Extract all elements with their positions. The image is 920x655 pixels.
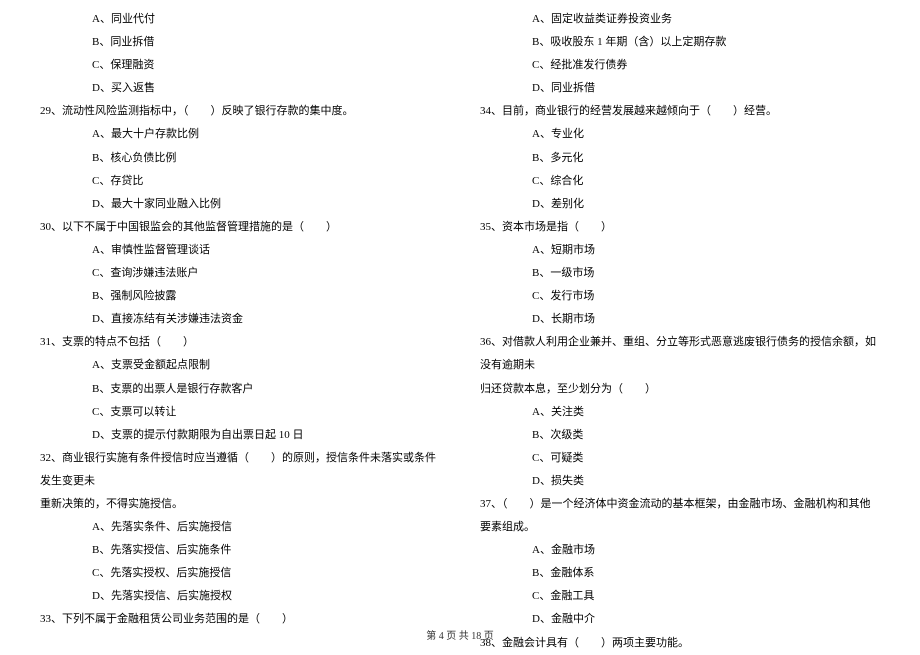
option-item: B、支票的出票人是银行存款客户 bbox=[40, 378, 440, 401]
option-item: C、发行市场 bbox=[480, 285, 880, 308]
option-item: C、可疑类 bbox=[480, 447, 880, 470]
option-item: A、审慎性监督管理谈话 bbox=[40, 239, 440, 262]
option-item: C、金融工具 bbox=[480, 585, 880, 608]
page-footer: 第 4 页 共 18 页 bbox=[0, 627, 920, 642]
option-item: C、经批准发行债券 bbox=[480, 54, 880, 77]
option-item: A、短期市场 bbox=[480, 239, 880, 262]
option-item: B、多元化 bbox=[480, 147, 880, 170]
question-36: 36、对借款人利用企业兼并、重组、分立等形式恶意逃废银行债务的授信余额，如没有逾… bbox=[480, 331, 880, 377]
option-item: C、存贷比 bbox=[40, 170, 440, 193]
question-36-cont: 归还贷款本息，至少划分为（ ） bbox=[480, 378, 880, 401]
left-column: A、同业代付 B、同业拆借 C、保理融资 D、买入返售 29、流动性风险监测指标… bbox=[20, 8, 460, 655]
option-item: A、金融市场 bbox=[480, 539, 880, 562]
option-item: C、保理融资 bbox=[40, 54, 440, 77]
question-30: 30、以下不属于中国银监会的其他监督管理措施的是（ ） bbox=[40, 216, 440, 239]
option-item: B、吸收股东 1 年期（含）以上定期存款 bbox=[480, 31, 880, 54]
option-item: B、先落实授信、后实施条件 bbox=[40, 539, 440, 562]
option-item: B、核心负债比例 bbox=[40, 147, 440, 170]
question-32-cont: 重新决策的，不得实施授信。 bbox=[40, 493, 440, 516]
option-item: B、同业拆借 bbox=[40, 31, 440, 54]
option-item: A、关注类 bbox=[480, 401, 880, 424]
question-29: 29、流动性风险监测指标中，（ ）反映了银行存款的集中度。 bbox=[40, 100, 440, 123]
option-item: D、损失类 bbox=[480, 470, 880, 493]
option-item: B、金融体系 bbox=[480, 562, 880, 585]
option-item: D、直接冻结有关涉嫌违法资金 bbox=[40, 308, 440, 331]
option-item: D、最大十家同业融入比例 bbox=[40, 193, 440, 216]
option-item: B、次级类 bbox=[480, 424, 880, 447]
question-37: 37、（ ）是一个经济体中资金流动的基本框架，由金融市场、金融机构和其他要素组成… bbox=[480, 493, 880, 539]
option-item: A、专业化 bbox=[480, 123, 880, 146]
option-item: D、长期市场 bbox=[480, 308, 880, 331]
option-item: C、查询涉嫌违法账户 bbox=[40, 262, 440, 285]
option-item: A、最大十户存款比例 bbox=[40, 123, 440, 146]
question-32: 32、商业银行实施有条件授信时应当遵循（ ）的原则，授信条件未落实或条件发生变更… bbox=[40, 447, 440, 493]
question-34: 34、目前，商业银行的经营发展越来越倾向于（ ）经营。 bbox=[480, 100, 880, 123]
option-item: C、支票可以转让 bbox=[40, 401, 440, 424]
option-item: A、同业代付 bbox=[40, 8, 440, 31]
option-item: D、同业拆借 bbox=[480, 77, 880, 100]
option-item: D、差别化 bbox=[480, 193, 880, 216]
page-content: A、同业代付 B、同业拆借 C、保理融资 D、买入返售 29、流动性风险监测指标… bbox=[0, 0, 920, 655]
option-item: C、综合化 bbox=[480, 170, 880, 193]
question-31: 31、支票的特点不包括（ ） bbox=[40, 331, 440, 354]
question-35: 35、资本市场是指（ ） bbox=[480, 216, 880, 239]
option-item: B、强制风险披露 bbox=[40, 285, 440, 308]
option-item: B、一级市场 bbox=[480, 262, 880, 285]
right-column: A、固定收益类证券投资业务 B、吸收股东 1 年期（含）以上定期存款 C、经批准… bbox=[460, 8, 900, 655]
option-item: A、先落实条件、后实施授信 bbox=[40, 516, 440, 539]
option-item: D、支票的提示付款期限为自出票日起 10 日 bbox=[40, 424, 440, 447]
option-item: A、支票受金额起点限制 bbox=[40, 354, 440, 377]
option-item: D、先落实授信、后实施授权 bbox=[40, 585, 440, 608]
option-item: D、买入返售 bbox=[40, 77, 440, 100]
option-item: A、固定收益类证券投资业务 bbox=[480, 8, 880, 31]
option-item: C、先落实授权、后实施授信 bbox=[40, 562, 440, 585]
